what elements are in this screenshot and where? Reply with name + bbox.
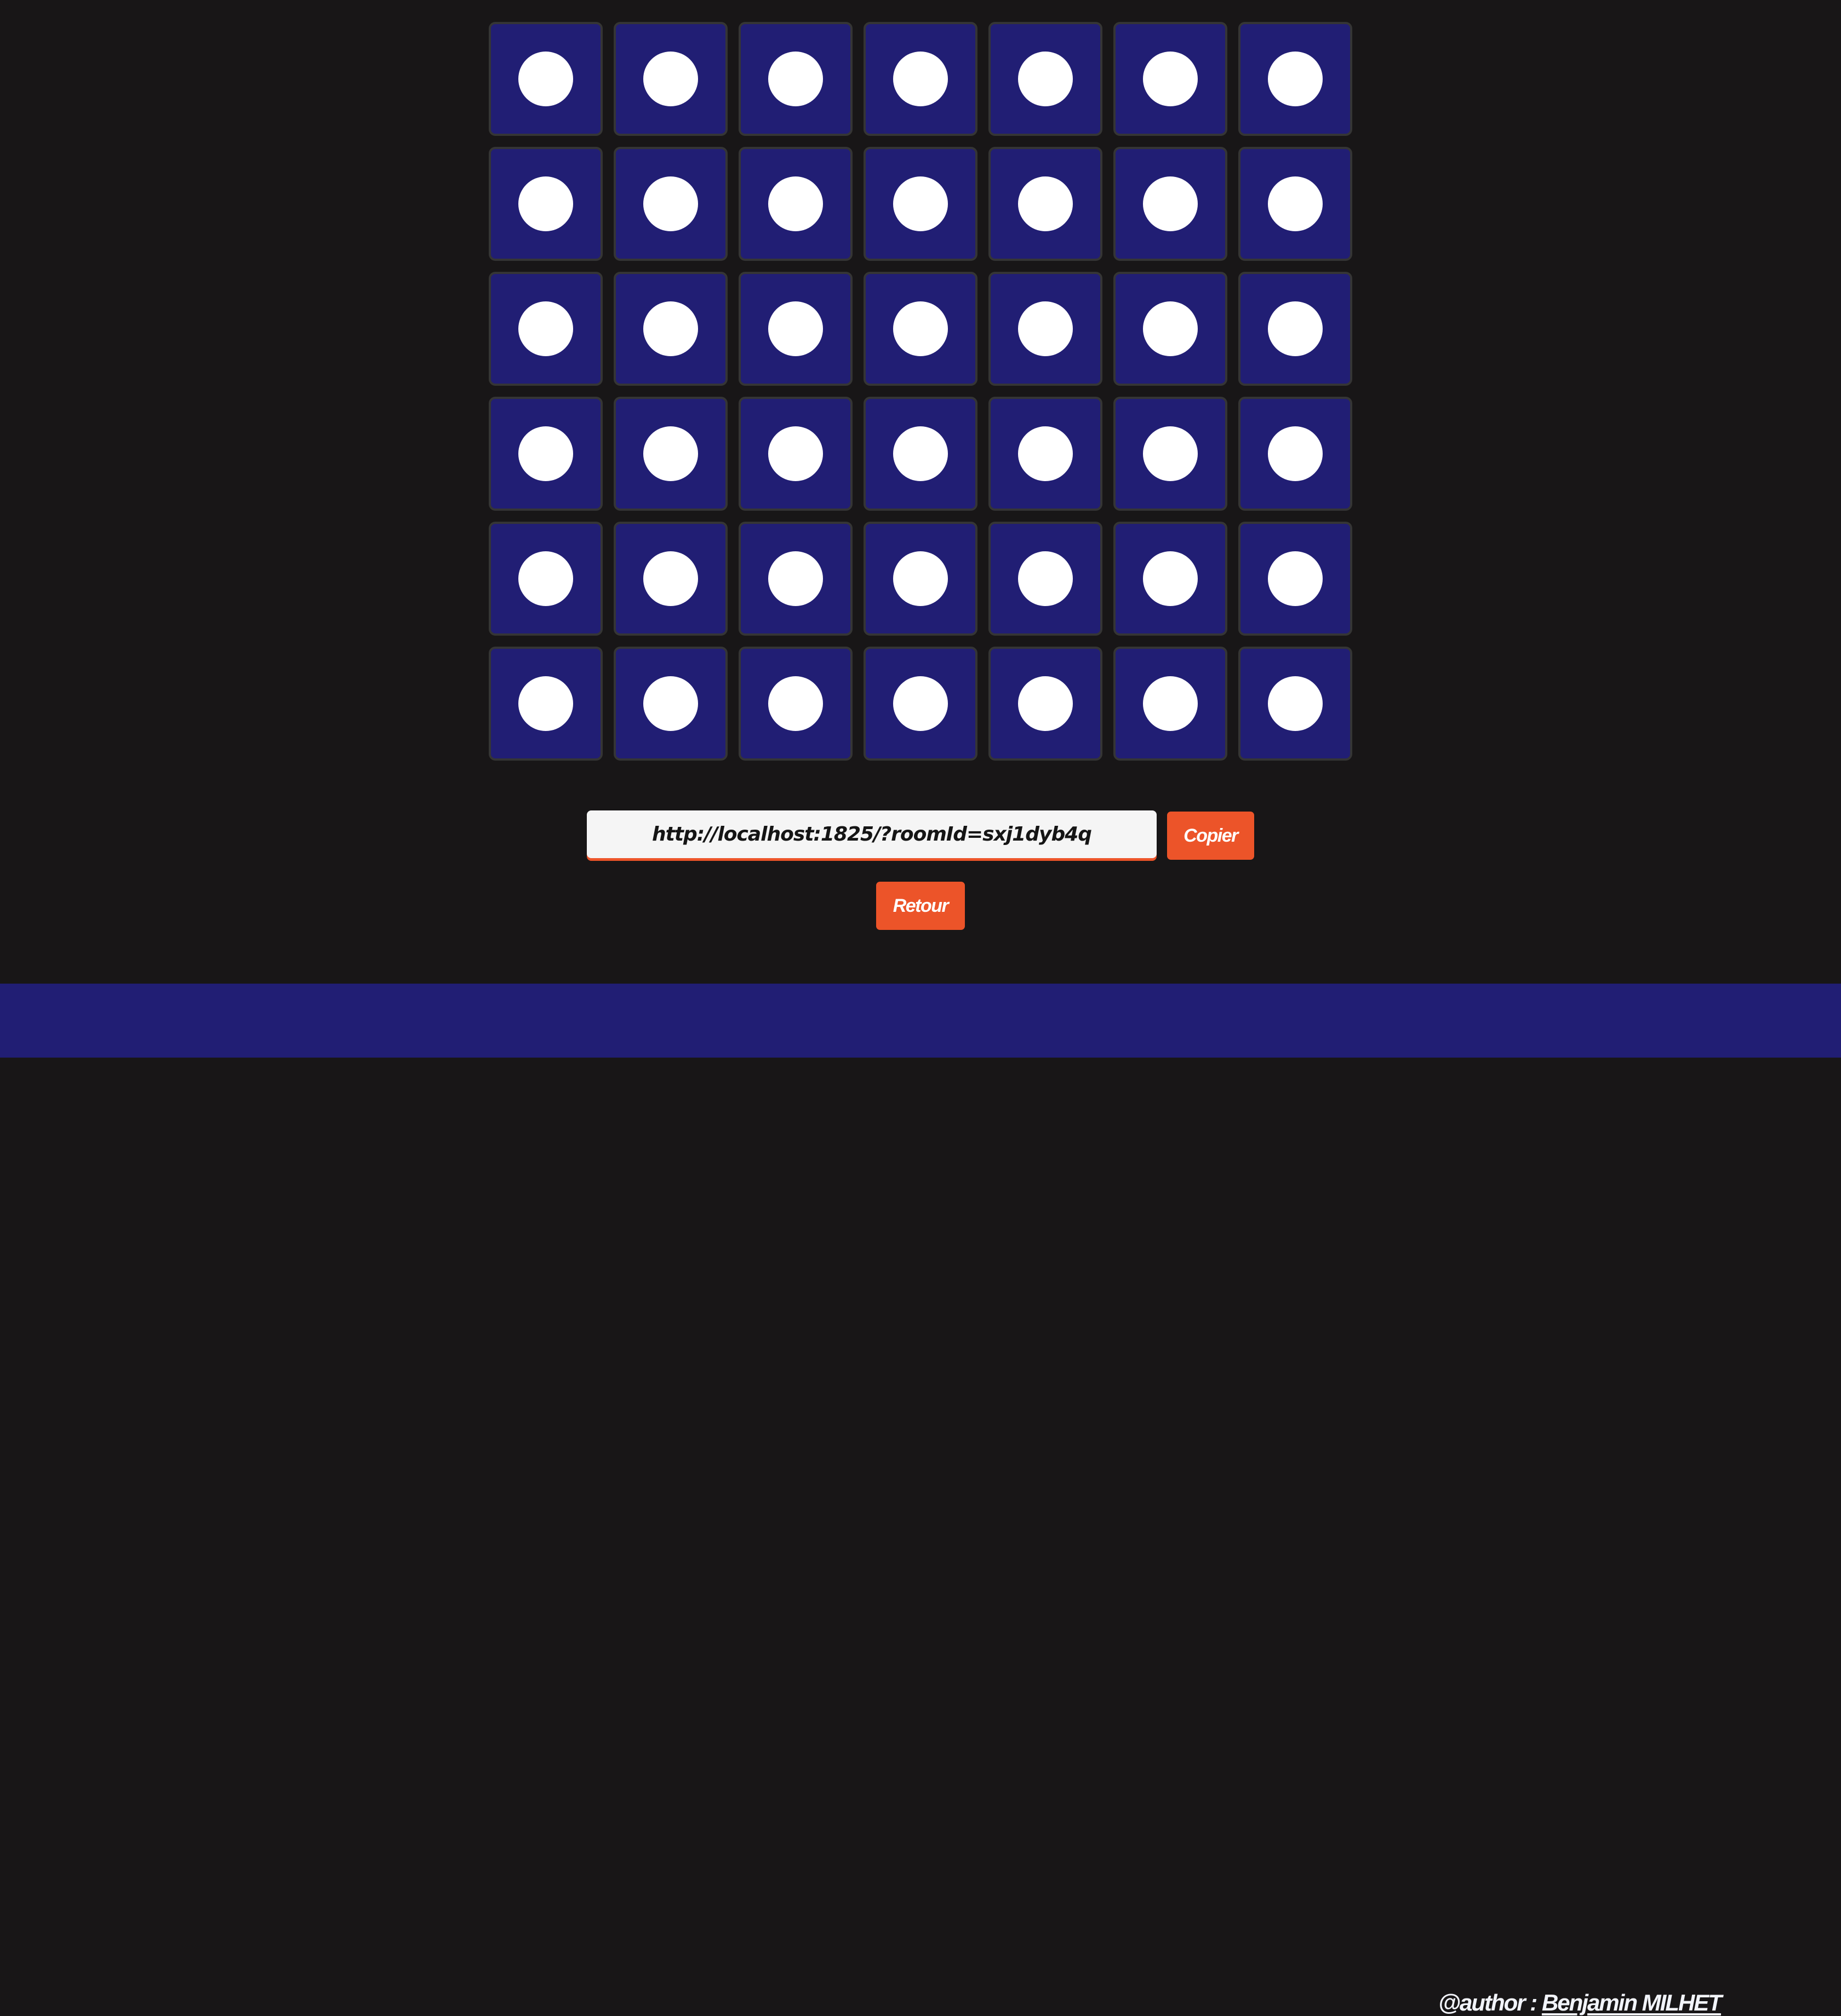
board-cell[interactable] <box>988 22 1102 136</box>
back-button[interactable]: Retour <box>876 882 965 930</box>
board-cell[interactable] <box>988 647 1102 761</box>
empty-slot-disc <box>518 676 573 731</box>
empty-slot-disc <box>768 301 823 356</box>
board-cell[interactable] <box>614 647 728 761</box>
author-prefix: @author : <box>1438 1990 1542 2015</box>
empty-slot-disc <box>643 301 698 356</box>
board-cell[interactable] <box>864 272 977 386</box>
empty-slot-disc <box>1143 301 1198 356</box>
board-cell[interactable] <box>1113 272 1227 386</box>
board-cell[interactable] <box>1238 147 1352 261</box>
empty-slot-disc <box>518 551 573 606</box>
empty-slot-disc <box>893 426 948 481</box>
empty-slot-disc <box>643 176 698 231</box>
board-cell[interactable] <box>739 22 853 136</box>
empty-slot-disc <box>768 676 823 731</box>
board-cell[interactable] <box>489 397 603 511</box>
empty-slot-disc <box>643 52 698 106</box>
board-cell[interactable] <box>864 647 977 761</box>
board-cell[interactable] <box>739 647 853 761</box>
board-cell[interactable] <box>489 147 603 261</box>
empty-slot-disc <box>643 676 698 731</box>
board-cell[interactable] <box>739 272 853 386</box>
empty-slot-disc <box>1018 52 1073 106</box>
board-cell[interactable] <box>988 522 1102 636</box>
board-cell[interactable] <box>864 522 977 636</box>
empty-slot-disc <box>643 426 698 481</box>
board-cell[interactable] <box>988 147 1102 261</box>
board-cell[interactable] <box>988 272 1102 386</box>
empty-slot-disc <box>768 551 823 606</box>
empty-slot-disc <box>1018 676 1073 731</box>
board-cell[interactable] <box>1238 397 1352 511</box>
board-cell[interactable] <box>988 397 1102 511</box>
author-credit: @author : Benjamin MILHET <box>1438 1990 1722 2016</box>
board-cell[interactable] <box>1113 147 1227 261</box>
board-cell[interactable] <box>1113 647 1227 761</box>
board-cell[interactable] <box>614 397 728 511</box>
footer: @author : Benjamin MILHET <box>0 984 1841 2015</box>
empty-slot-disc <box>768 426 823 481</box>
empty-slot-disc <box>1018 551 1073 606</box>
board-cell[interactable] <box>1238 647 1352 761</box>
empty-slot-disc <box>1018 301 1073 356</box>
empty-slot-disc <box>518 426 573 481</box>
empty-slot-disc <box>518 52 573 106</box>
board-cell[interactable] <box>739 147 853 261</box>
board-cell[interactable] <box>614 272 728 386</box>
empty-slot-disc <box>518 301 573 356</box>
empty-slot-disc <box>1143 176 1198 231</box>
empty-slot-disc <box>893 301 948 356</box>
board-cell[interactable] <box>1238 522 1352 636</box>
empty-slot-disc <box>1018 176 1073 231</box>
copy-button[interactable]: Copier <box>1167 812 1254 860</box>
board-cell[interactable] <box>489 272 603 386</box>
empty-slot-disc <box>1268 176 1323 231</box>
empty-slot-disc <box>768 176 823 231</box>
empty-slot-disc <box>1143 426 1198 481</box>
empty-slot-disc <box>1143 52 1198 106</box>
board-cell[interactable] <box>489 522 603 636</box>
empty-slot-disc <box>893 676 948 731</box>
board-cell[interactable] <box>864 397 977 511</box>
empty-slot-disc <box>768 52 823 106</box>
board-cell[interactable] <box>1113 397 1227 511</box>
author-link[interactable]: Benjamin MILHET <box>1542 1990 1722 2015</box>
board-cell[interactable] <box>739 397 853 511</box>
board-cell[interactable] <box>864 22 977 136</box>
board-cell[interactable] <box>739 522 853 636</box>
board-cell[interactable] <box>864 147 977 261</box>
board-cell[interactable] <box>489 22 603 136</box>
board-cell[interactable] <box>1113 22 1227 136</box>
empty-slot-disc <box>893 52 948 106</box>
empty-slot-disc <box>893 551 948 606</box>
board-cell[interactable] <box>614 522 728 636</box>
board-cell[interactable] <box>1238 22 1352 136</box>
room-link-input[interactable] <box>587 810 1157 858</box>
empty-slot-disc <box>1268 551 1323 606</box>
board-cell[interactable] <box>489 647 603 761</box>
board-cell[interactable] <box>1238 272 1352 386</box>
game-board <box>489 22 1354 776</box>
empty-slot-disc <box>1143 676 1198 731</box>
empty-slot-disc <box>1143 551 1198 606</box>
empty-slot-disc <box>1268 676 1323 731</box>
empty-slot-disc <box>1268 52 1323 106</box>
empty-slot-disc <box>518 176 573 231</box>
empty-slot-disc <box>893 176 948 231</box>
empty-slot-disc <box>643 551 698 606</box>
board-cell[interactable] <box>1113 522 1227 636</box>
board-cell[interactable] <box>614 22 728 136</box>
empty-slot-disc <box>1268 426 1323 481</box>
board-cell[interactable] <box>614 147 728 261</box>
empty-slot-disc <box>1268 301 1323 356</box>
empty-slot-disc <box>1018 426 1073 481</box>
